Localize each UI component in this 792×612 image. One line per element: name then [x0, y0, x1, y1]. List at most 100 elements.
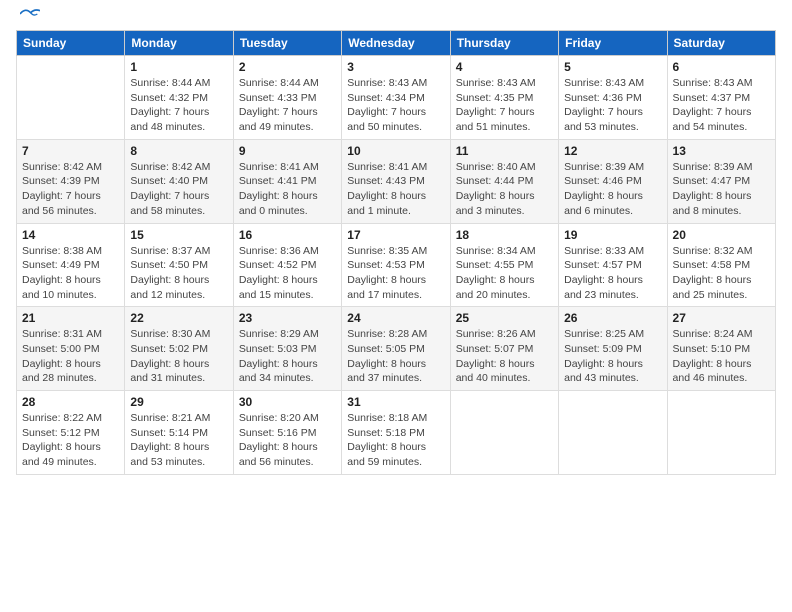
page-header	[16, 16, 776, 22]
day-number: 11	[456, 144, 553, 158]
day-info: Sunrise: 8:33 AMSunset: 4:57 PMDaylight:…	[564, 244, 661, 303]
day-info: Sunrise: 8:39 AMSunset: 4:46 PMDaylight:…	[564, 160, 661, 219]
day-header-sunday: Sunday	[17, 31, 125, 56]
day-number: 23	[239, 311, 336, 325]
day-info: Sunrise: 8:39 AMSunset: 4:47 PMDaylight:…	[673, 160, 770, 219]
day-number: 15	[130, 228, 227, 242]
day-number: 20	[673, 228, 770, 242]
calendar-cell: 29 Sunrise: 8:21 AMSunset: 5:14 PMDayligh…	[125, 391, 233, 475]
calendar-cell: 13 Sunrise: 8:39 AMSunset: 4:47 PMDayligh…	[667, 139, 775, 223]
day-info: Sunrise: 8:44 AMSunset: 4:33 PMDaylight:…	[239, 76, 336, 135]
calendar-cell	[667, 391, 775, 475]
day-number: 19	[564, 228, 661, 242]
calendar-cell: 30 Sunrise: 8:20 AMSunset: 5:16 PMDayligh…	[233, 391, 341, 475]
calendar-cell	[17, 56, 125, 140]
day-number: 17	[347, 228, 444, 242]
day-number: 27	[673, 311, 770, 325]
calendar-cell: 10 Sunrise: 8:41 AMSunset: 4:43 PMDayligh…	[342, 139, 450, 223]
calendar-cell: 22 Sunrise: 8:30 AMSunset: 5:02 PMDayligh…	[125, 307, 233, 391]
day-header-friday: Friday	[559, 31, 667, 56]
day-info: Sunrise: 8:44 AMSunset: 4:32 PMDaylight:…	[130, 76, 227, 135]
calendar-cell	[559, 391, 667, 475]
day-info: Sunrise: 8:43 AMSunset: 4:37 PMDaylight:…	[673, 76, 770, 135]
day-info: Sunrise: 8:29 AMSunset: 5:03 PMDaylight:…	[239, 327, 336, 386]
day-number: 24	[347, 311, 444, 325]
day-info: Sunrise: 8:24 AMSunset: 5:10 PMDaylight:…	[673, 327, 770, 386]
calendar-cell: 24Sunrise: 8:28 AMSunset: 5:05 PMDayligh…	[342, 307, 450, 391]
calendar-week-row: 21 Sunrise: 8:31 AMSunset: 5:00 PMDayligh…	[17, 307, 776, 391]
calendar-table: SundayMondayTuesdayWednesdayThursdayFrid…	[16, 30, 776, 475]
calendar-cell: 1Sunrise: 8:44 AMSunset: 4:32 PMDaylight…	[125, 56, 233, 140]
day-number: 31	[347, 395, 444, 409]
day-number: 25	[456, 311, 553, 325]
day-number: 26	[564, 311, 661, 325]
day-header-thursday: Thursday	[450, 31, 558, 56]
day-number: 12	[564, 144, 661, 158]
day-number: 10	[347, 144, 444, 158]
day-info: Sunrise: 8:21 AMSunset: 5:14 PMDaylight:…	[130, 411, 227, 470]
day-number: 14	[22, 228, 119, 242]
day-info: Sunrise: 8:20 AMSunset: 5:16 PMDaylight:…	[239, 411, 336, 470]
day-number: 6	[673, 60, 770, 74]
day-number: 8	[130, 144, 227, 158]
day-info: Sunrise: 8:35 AMSunset: 4:53 PMDaylight:…	[347, 244, 444, 303]
day-info: Sunrise: 8:42 AMSunset: 4:40 PMDaylight:…	[130, 160, 227, 219]
calendar-week-row: 7 Sunrise: 8:42 AMSunset: 4:39 PMDaylight…	[17, 139, 776, 223]
calendar-cell: 28 Sunrise: 8:22 AMSunset: 5:12 PMDayligh…	[17, 391, 125, 475]
day-number: 7	[22, 144, 119, 158]
day-info: Sunrise: 8:22 AMSunset: 5:12 PMDaylight:…	[22, 411, 119, 470]
calendar-cell: 31 Sunrise: 8:18 AMSunset: 5:18 PMDayligh…	[342, 391, 450, 475]
calendar-cell: 16Sunrise: 8:36 AMSunset: 4:52 PMDayligh…	[233, 223, 341, 307]
day-number: 29	[130, 395, 227, 409]
day-info: Sunrise: 8:43 AMSunset: 4:35 PMDaylight:…	[456, 76, 553, 135]
calendar-cell: 9Sunrise: 8:41 AMSunset: 4:41 PMDaylight…	[233, 139, 341, 223]
calendar-cell: 3 Sunrise: 8:43 AMSunset: 4:34 PMDaylight…	[342, 56, 450, 140]
calendar-week-row: 28 Sunrise: 8:22 AMSunset: 5:12 PMDayligh…	[17, 391, 776, 475]
day-number: 18	[456, 228, 553, 242]
logo-bird-icon	[20, 6, 40, 22]
calendar-cell: 12 Sunrise: 8:39 AMSunset: 4:46 PMDayligh…	[559, 139, 667, 223]
day-info: Sunrise: 8:26 AMSunset: 5:07 PMDaylight:…	[456, 327, 553, 386]
day-number: 13	[673, 144, 770, 158]
day-number: 2	[239, 60, 336, 74]
calendar-cell: 23 Sunrise: 8:29 AMSunset: 5:03 PMDayligh…	[233, 307, 341, 391]
day-info: Sunrise: 8:42 AMSunset: 4:39 PMDaylight:…	[22, 160, 119, 219]
day-info: Sunrise: 8:30 AMSunset: 5:02 PMDaylight:…	[130, 327, 227, 386]
calendar-week-row: 1Sunrise: 8:44 AMSunset: 4:32 PMDaylight…	[17, 56, 776, 140]
logo	[16, 16, 40, 22]
day-header-saturday: Saturday	[667, 31, 775, 56]
calendar-cell: 14 Sunrise: 8:38 AMSunset: 4:49 PMDayligh…	[17, 223, 125, 307]
day-info: Sunrise: 8:25 AMSunset: 5:09 PMDaylight:…	[564, 327, 661, 386]
day-number: 21	[22, 311, 119, 325]
day-number: 3	[347, 60, 444, 74]
day-info: Sunrise: 8:43 AMSunset: 4:34 PMDaylight:…	[347, 76, 444, 135]
day-info: Sunrise: 8:32 AMSunset: 4:58 PMDaylight:…	[673, 244, 770, 303]
calendar-cell	[450, 391, 558, 475]
day-number: 30	[239, 395, 336, 409]
calendar-cell: 6 Sunrise: 8:43 AMSunset: 4:37 PMDaylight…	[667, 56, 775, 140]
calendar-cell: 27 Sunrise: 8:24 AMSunset: 5:10 PMDayligh…	[667, 307, 775, 391]
calendar-cell: 19 Sunrise: 8:33 AMSunset: 4:57 PMDayligh…	[559, 223, 667, 307]
calendar-header-row: SundayMondayTuesdayWednesdayThursdayFrid…	[17, 31, 776, 56]
day-info: Sunrise: 8:43 AMSunset: 4:36 PMDaylight:…	[564, 76, 661, 135]
calendar-cell: 18 Sunrise: 8:34 AMSunset: 4:55 PMDayligh…	[450, 223, 558, 307]
calendar-cell: 21 Sunrise: 8:31 AMSunset: 5:00 PMDayligh…	[17, 307, 125, 391]
calendar-cell: 8 Sunrise: 8:42 AMSunset: 4:40 PMDaylight…	[125, 139, 233, 223]
day-info: Sunrise: 8:31 AMSunset: 5:00 PMDaylight:…	[22, 327, 119, 386]
calendar-cell: 5Sunrise: 8:43 AMSunset: 4:36 PMDaylight…	[559, 56, 667, 140]
day-header-monday: Monday	[125, 31, 233, 56]
calendar-cell: 15Sunrise: 8:37 AMSunset: 4:50 PMDayligh…	[125, 223, 233, 307]
day-header-wednesday: Wednesday	[342, 31, 450, 56]
calendar-cell: 20 Sunrise: 8:32 AMSunset: 4:58 PMDayligh…	[667, 223, 775, 307]
day-number: 28	[22, 395, 119, 409]
day-info: Sunrise: 8:18 AMSunset: 5:18 PMDaylight:…	[347, 411, 444, 470]
day-info: Sunrise: 8:38 AMSunset: 4:49 PMDaylight:…	[22, 244, 119, 303]
day-number: 9	[239, 144, 336, 158]
calendar-cell: 11 Sunrise: 8:40 AMSunset: 4:44 PMDayligh…	[450, 139, 558, 223]
day-number: 22	[130, 311, 227, 325]
day-info: Sunrise: 8:40 AMSunset: 4:44 PMDaylight:…	[456, 160, 553, 219]
day-info: Sunrise: 8:34 AMSunset: 4:55 PMDaylight:…	[456, 244, 553, 303]
day-number: 16	[239, 228, 336, 242]
day-header-tuesday: Tuesday	[233, 31, 341, 56]
day-info: Sunrise: 8:41 AMSunset: 4:43 PMDaylight:…	[347, 160, 444, 219]
